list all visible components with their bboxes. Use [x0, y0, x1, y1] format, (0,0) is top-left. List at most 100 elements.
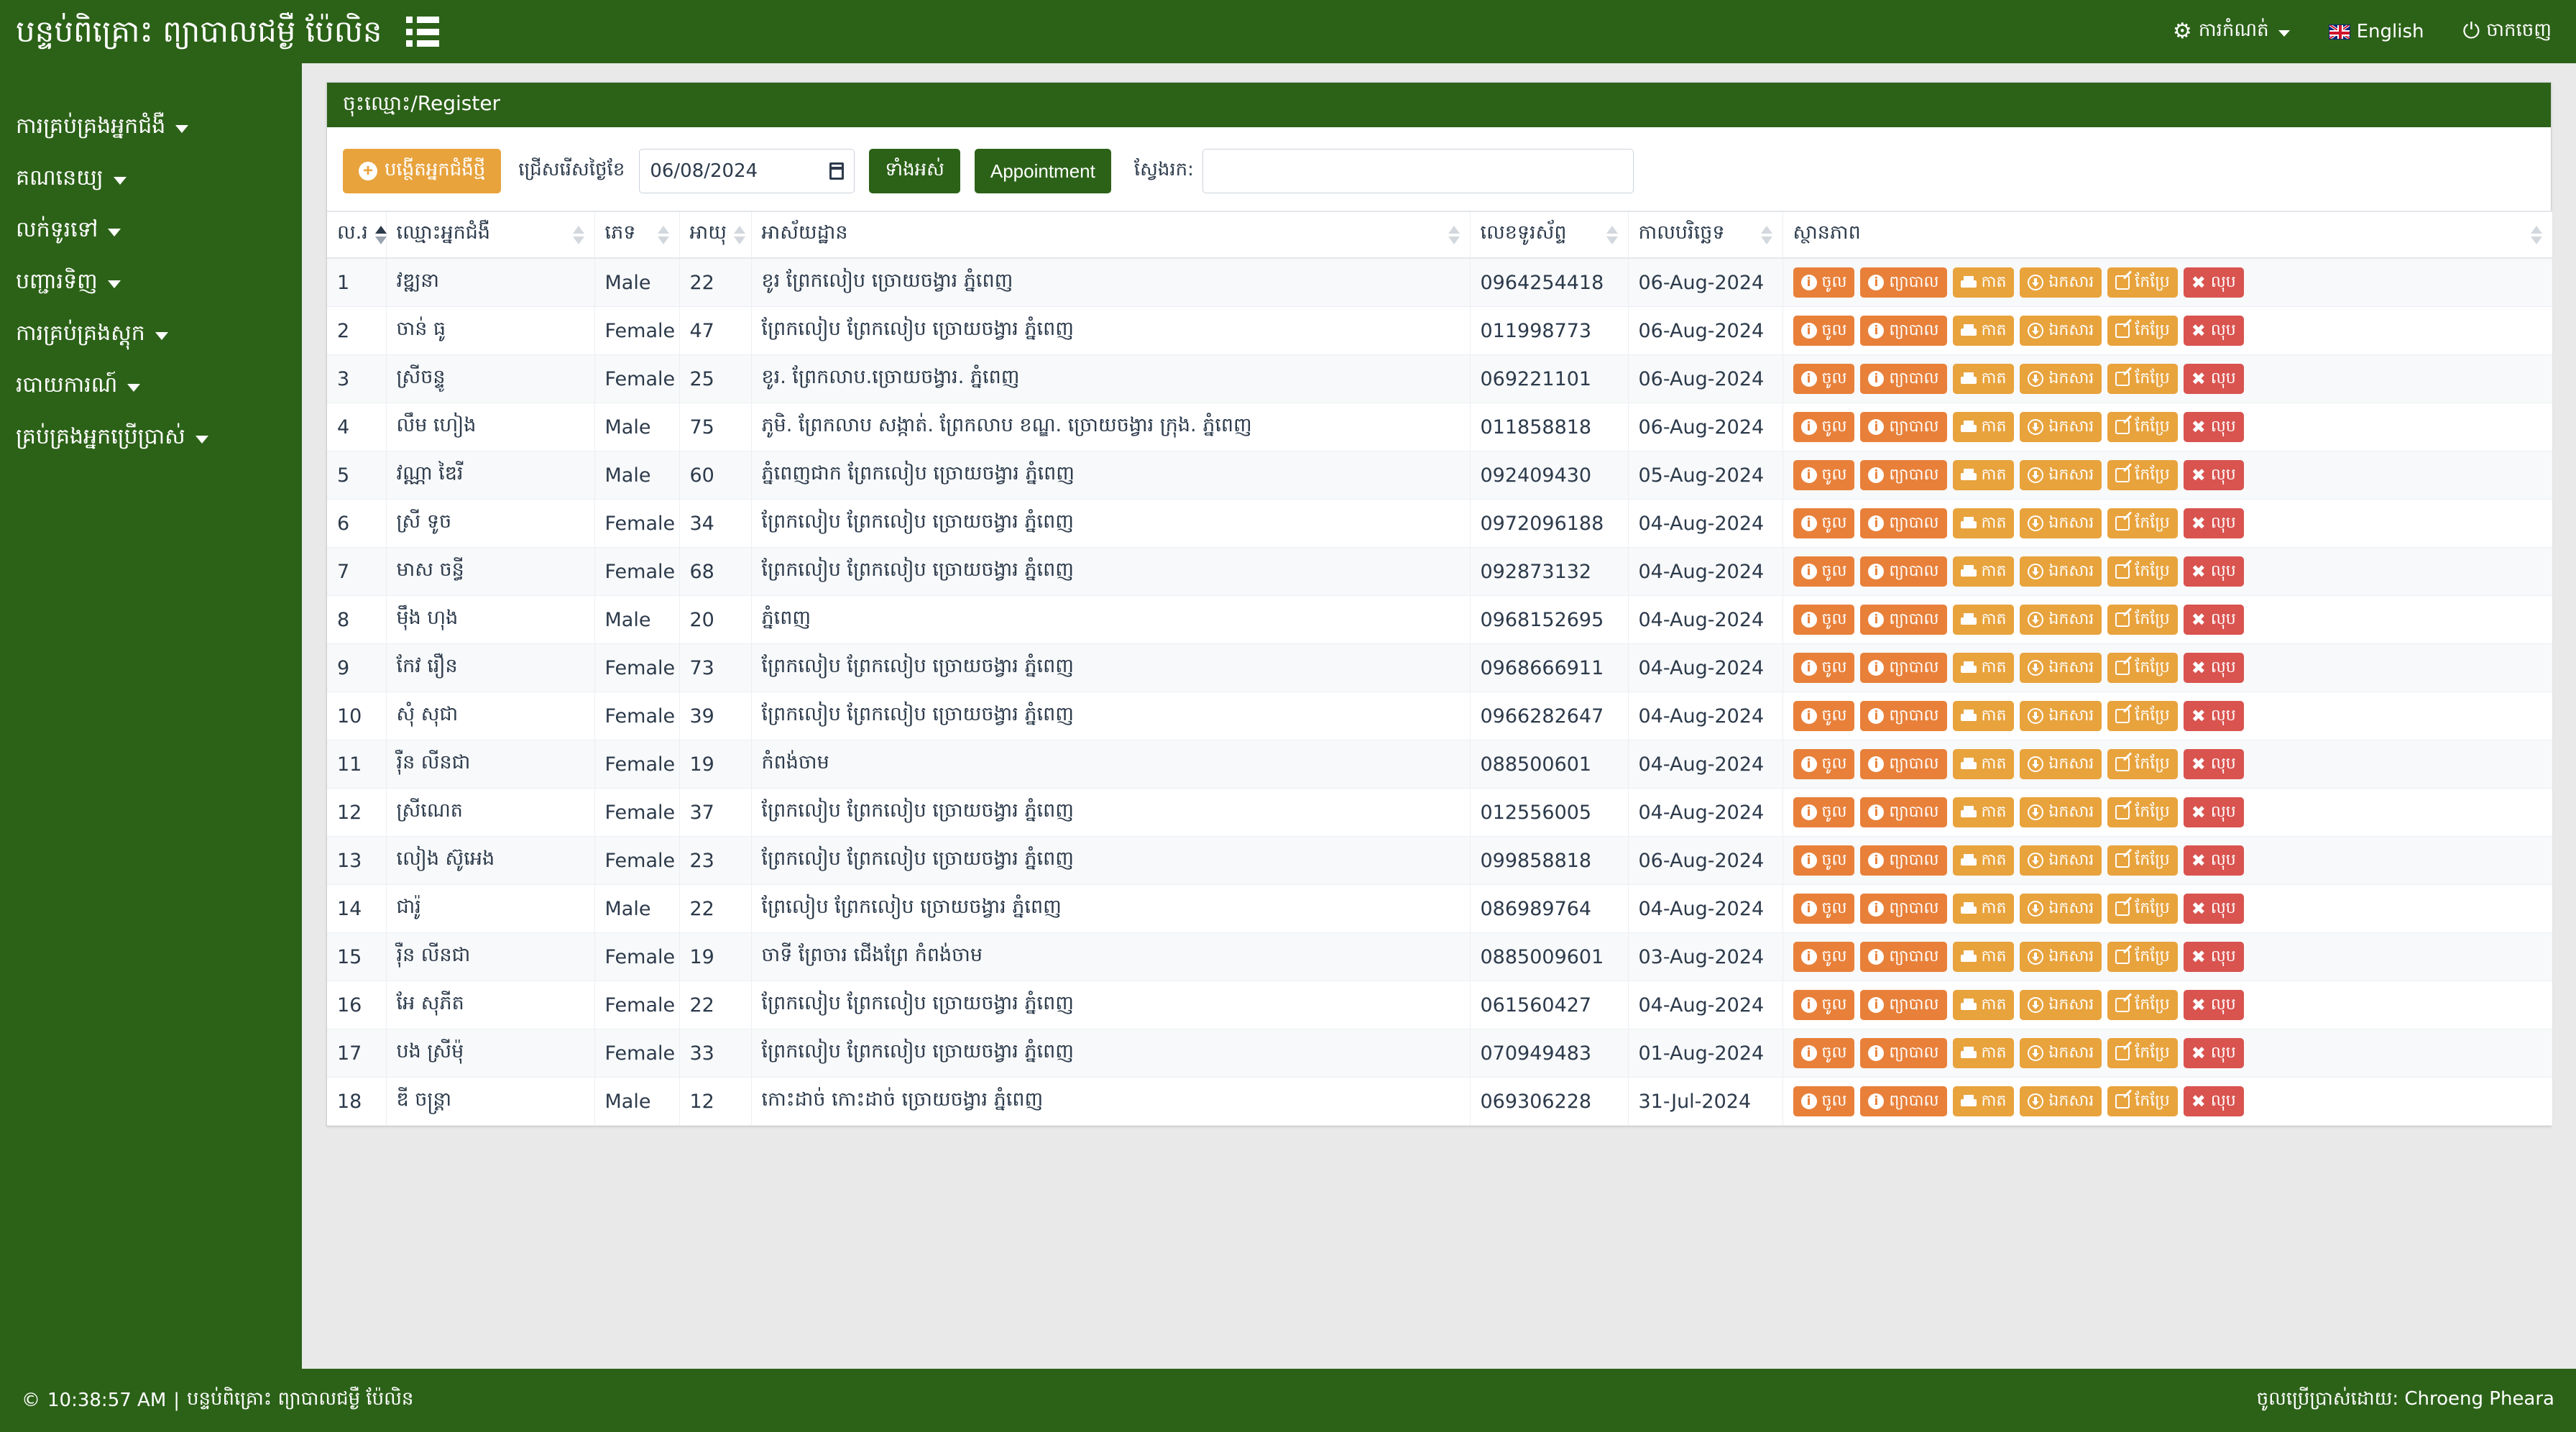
language-switcher[interactable]: English	[2328, 21, 2424, 42]
row-action-enter-button[interactable]: i ចូល	[1793, 267, 1855, 298]
row-action-delete-button[interactable]: ✖ លុប	[2183, 990, 2244, 1020]
row-action-enter-button[interactable]: i ចូល	[1793, 1038, 1855, 1068]
row-action-enter-button[interactable]: i ចូល	[1793, 749, 1855, 779]
row-action-edit-button[interactable]: កែប្រែ	[2107, 653, 2178, 683]
row-action-download-button[interactable]: ឯកសារ	[2020, 990, 2102, 1020]
row-action-edit-button[interactable]: កែប្រែ	[2107, 412, 2178, 442]
row-action-print-button[interactable]: កាត	[1952, 460, 2015, 490]
row-action-delete-button[interactable]: ✖ លុប	[2183, 267, 2244, 298]
column-header-phone[interactable]: លេខទូរស័ព្ទ	[1469, 211, 1628, 259]
row-action-download-button[interactable]: ឯកសារ	[2020, 267, 2102, 298]
row-action-print-button[interactable]: កាត	[1952, 1038, 2015, 1068]
row-action-enter-button[interactable]: i ចូល	[1793, 460, 1855, 490]
row-action-print-button[interactable]: កាត	[1952, 556, 2015, 587]
date-input[interactable]: 06/08/2024	[639, 149, 855, 193]
row-action-enter-button[interactable]: i ចូល	[1793, 653, 1855, 683]
sidebar-item-reports[interactable]: របាយការណ៍	[0, 359, 302, 411]
row-action-edit-button[interactable]: កែប្រែ	[2107, 1086, 2178, 1116]
row-action-print-button[interactable]: កាត	[1952, 412, 2015, 442]
row-action-treat-button[interactable]: i ព្យាបាល	[1860, 412, 1947, 442]
row-action-edit-button[interactable]: កែប្រែ	[2107, 267, 2178, 298]
sidebar-item-stock-management[interactable]: ការគ្រប់គ្រងស្តុក	[0, 308, 302, 359]
row-action-download-button[interactable]: ឯកសារ	[2020, 942, 2102, 972]
row-action-download-button[interactable]: ឯកសារ	[2020, 749, 2102, 779]
row-action-treat-button[interactable]: i ព្យាបាល	[1860, 845, 1947, 876]
row-action-print-button[interactable]: កាត	[1952, 653, 2015, 683]
row-action-print-button[interactable]: កាត	[1952, 990, 2015, 1020]
row-action-edit-button[interactable]: កែប្រែ	[2107, 701, 2178, 731]
row-action-download-button[interactable]: ឯកសារ	[2020, 364, 2102, 394]
row-action-download-button[interactable]: ឯកសារ	[2020, 653, 2102, 683]
row-action-delete-button[interactable]: ✖ លុប	[2183, 942, 2244, 972]
row-action-delete-button[interactable]: ✖ លុប	[2183, 797, 2244, 827]
row-action-delete-button[interactable]: ✖ លុប	[2183, 653, 2244, 683]
row-action-delete-button[interactable]: ✖ លុប	[2183, 460, 2244, 490]
row-action-enter-button[interactable]: i ចូល	[1793, 1086, 1855, 1116]
row-action-treat-button[interactable]: i ព្យាបាល	[1860, 1038, 1947, 1068]
row-action-print-button[interactable]: កាត	[1952, 894, 2015, 924]
sort-icon[interactable]	[572, 225, 584, 244]
row-action-treat-button[interactable]: i ព្យាបាល	[1860, 267, 1947, 298]
sort-icon[interactable]	[657, 225, 669, 244]
sidebar-item-general-sales[interactable]: លក់ទូរទៅ	[0, 204, 302, 256]
row-action-print-button[interactable]: កាត	[1952, 364, 2015, 394]
row-action-download-button[interactable]: ឯកសារ	[2020, 412, 2102, 442]
row-action-delete-button[interactable]: ✖ លុប	[2183, 894, 2244, 924]
sidebar-item-purchase-order[interactable]: បញ្ជារទិញ	[0, 256, 302, 308]
row-action-enter-button[interactable]: i ចូល	[1793, 556, 1855, 587]
row-action-print-button[interactable]: កាត	[1952, 1086, 2015, 1116]
row-action-enter-button[interactable]: i ចូល	[1793, 508, 1855, 538]
settings-menu[interactable]: ⚙ ការកំណត់	[2173, 18, 2290, 45]
row-action-print-button[interactable]: កាត	[1952, 508, 2015, 538]
row-action-treat-button[interactable]: i ព្យាបាល	[1860, 460, 1947, 490]
column-header-address[interactable]: អាស័យដ្ឋាន	[750, 211, 1470, 259]
row-action-delete-button[interactable]: ✖ លុប	[2183, 605, 2244, 635]
row-action-enter-button[interactable]: i ចូល	[1793, 990, 1855, 1020]
row-action-download-button[interactable]: ឯកសារ	[2020, 508, 2102, 538]
row-action-enter-button[interactable]: i ចូល	[1793, 894, 1855, 924]
row-action-treat-button[interactable]: i ព្យាបាល	[1860, 701, 1947, 731]
row-action-enter-button[interactable]: i ចូល	[1793, 942, 1855, 972]
search-input[interactable]	[1202, 149, 1634, 193]
row-action-delete-button[interactable]: ✖ លុប	[2183, 364, 2244, 394]
row-action-download-button[interactable]: ឯកសារ	[2020, 894, 2102, 924]
row-action-edit-button[interactable]: កែប្រែ	[2107, 556, 2178, 587]
row-action-treat-button[interactable]: i ព្យាបាល	[1860, 316, 1947, 346]
row-action-delete-button[interactable]: ✖ លុប	[2183, 556, 2244, 587]
row-action-edit-button[interactable]: កែប្រែ	[2107, 942, 2178, 972]
row-action-edit-button[interactable]: កែប្រែ	[2107, 1038, 2178, 1068]
row-action-treat-button[interactable]: i ព្យាបាល	[1860, 749, 1947, 779]
row-action-delete-button[interactable]: ✖ លុប	[2183, 412, 2244, 442]
sort-icon[interactable]	[374, 225, 387, 244]
row-action-edit-button[interactable]: កែប្រែ	[2107, 845, 2178, 876]
show-all-button[interactable]: ទាំងអស់	[869, 149, 960, 193]
row-action-treat-button[interactable]: i ព្យាបាល	[1860, 556, 1947, 587]
appointment-button[interactable]: Appointment	[974, 149, 1111, 193]
row-action-print-button[interactable]: កាត	[1952, 605, 2015, 635]
row-action-enter-button[interactable]: i ចូល	[1793, 364, 1855, 394]
row-action-print-button[interactable]: កាត	[1952, 797, 2015, 827]
sidebar-item-accounting[interactable]: គណនេយ្យ	[0, 152, 302, 204]
row-action-enter-button[interactable]: i ចូល	[1793, 316, 1855, 346]
calendar-icon[interactable]	[829, 162, 845, 180]
column-header-no[interactable]: ល.រ	[327, 211, 387, 259]
row-action-download-button[interactable]: ឯកសារ	[2020, 845, 2102, 876]
row-action-print-button[interactable]: កាត	[1952, 701, 2015, 731]
row-action-edit-button[interactable]: កែប្រែ	[2107, 316, 2178, 346]
row-action-download-button[interactable]: ឯកសារ	[2020, 556, 2102, 587]
sidebar-item-user-management[interactable]: គ្រប់គ្រងអ្នកប្រើប្រាស់	[0, 411, 302, 463]
row-action-edit-button[interactable]: កែប្រែ	[2107, 797, 2178, 827]
sidebar-item-patient-management[interactable]: ការគ្រប់គ្រងអ្នកជំងឺ	[0, 101, 302, 152]
row-action-download-button[interactable]: ឯកសារ	[2020, 1038, 2102, 1068]
row-action-treat-button[interactable]: i ព្យាបាល	[1860, 653, 1947, 683]
row-action-edit-button[interactable]: កែប្រែ	[2107, 605, 2178, 635]
row-action-download-button[interactable]: ឯកសារ	[2020, 316, 2102, 346]
column-header-age[interactable]: អាយុ	[678, 211, 751, 259]
column-header-sex[interactable]: ភេទ	[594, 211, 679, 259]
row-action-treat-button[interactable]: i ព្យាបាល	[1860, 605, 1947, 635]
row-action-delete-button[interactable]: ✖ លុប	[2183, 508, 2244, 538]
sort-icon[interactable]	[733, 225, 745, 244]
row-action-edit-button[interactable]: កែប្រែ	[2107, 990, 2178, 1020]
row-action-delete-button[interactable]: ✖ លុប	[2183, 749, 2244, 779]
row-action-treat-button[interactable]: i ព្យាបាល	[1860, 1086, 1947, 1116]
